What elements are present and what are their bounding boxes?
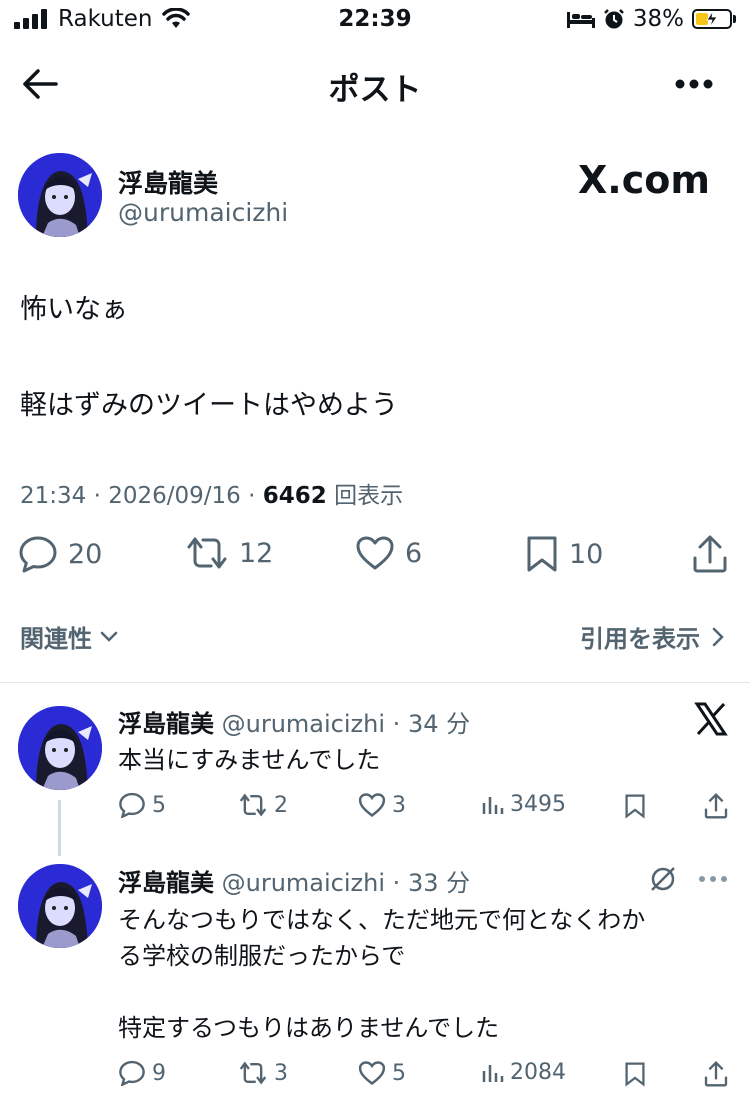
reply-header: 浮島龍美 @urumaicizhi · 33 分 [118,863,470,898]
reply-button[interactable]: 9 [118,1060,166,1086]
post-meta: 21:34 · 2026/09/16 · 6462 回表示 [20,476,403,510]
avatar-image-icon [18,864,102,948]
views-button[interactable]: 3495 [482,792,566,817]
avatar-image-icon [18,153,102,237]
reply-icon [119,792,145,818]
author-handle[interactable]: @urumaicizhi [118,198,288,227]
repost-button[interactable]: 3 [238,1060,288,1086]
views-label: 回表示 [334,483,404,509]
view-count: 6462 [262,483,327,509]
avatar-image-icon [18,706,102,790]
heart-icon [356,536,394,570]
charging-icon [706,11,718,27]
battery-percent: 38% [632,6,684,32]
page-title: ポスト [328,72,422,108]
share-icon[interactable] [704,792,728,820]
analytics-icon [482,796,504,814]
more-icon[interactable] [698,875,728,883]
analytics-icon [482,1064,504,1082]
repost-count: 3 [274,1060,288,1086]
like-button[interactable]: 6 [355,535,422,571]
post-text-line1: 怖いなぁ [20,294,128,325]
post-text-line2: 軽はずみのツイートはやめよう [20,390,398,421]
post-time: 21:34 [20,483,87,509]
view-count: 3495 [510,792,566,817]
bookmark-count: 10 [569,538,604,570]
heart-icon [358,793,386,818]
bookmark-icon[interactable] [624,793,646,819]
view-quotes-link[interactable]: 引用を表示 [580,619,724,654]
reply-count: 5 [152,792,166,818]
reply-age: 33 分 [407,869,471,897]
post-date: 2026/09/16 [108,483,241,509]
like-count: 6 [405,537,423,569]
view-quotes-label: 引用を表示 [580,625,700,653]
avatar[interactable] [18,153,102,237]
relevance-label: 関連性 [20,625,92,653]
reply-count: 9 [152,1060,166,1086]
relevance-dropdown[interactable]: 関連性 [20,619,118,654]
avatar[interactable] [18,864,102,948]
like-button[interactable]: 5 [358,1060,406,1086]
alarm-icon [603,9,624,29]
meta-separator: · [248,483,263,509]
divider [0,682,750,683]
view-count: 2084 [510,1060,566,1085]
reply-author-handle[interactable]: @urumaicizhi [222,710,385,738]
thread-line [58,800,61,856]
status-bar: Rakuten 22:39 38% [0,0,750,44]
share-icon[interactable] [704,1060,728,1088]
reply-text-line1: そんなつもりではなく、ただ地元で何となくわか [118,906,646,934]
bookmark-icon [527,536,557,572]
avatar[interactable] [18,706,102,790]
like-count: 3 [392,792,406,818]
reply-author-name[interactable]: 浮島龍美 [118,869,214,897]
reply-text-line3: 特定するつもりはありませんでした [118,1014,500,1042]
x-com-watermark: X.com [578,158,710,202]
repost-icon [187,537,227,569]
reply-author-name[interactable]: 浮島龍美 [118,710,214,738]
share-icon[interactable] [692,534,728,574]
author-name[interactable]: 浮島龍美 [118,164,218,200]
heart-icon [358,1061,386,1086]
repost-icon [239,1061,267,1085]
reply-header: 浮島龍美 @urumaicizhi · 34 分 [118,704,470,739]
views-button[interactable]: 2084 [482,1060,566,1085]
reply-text-line2: る学校の制服だったからで [118,942,406,970]
reply-button[interactable]: 20 [18,535,102,573]
chevron-down-icon [100,631,118,642]
repost-button[interactable]: 2 [238,792,288,818]
chevron-right-icon [712,627,724,646]
grok-icon[interactable] [648,864,678,894]
reply-button[interactable]: 5 [118,792,166,818]
battery-icon [692,9,732,29]
like-count: 5 [392,1060,406,1086]
bookmark-button[interactable]: 10 [525,535,603,573]
reply-count: 20 [68,538,103,570]
reply-age: 34 分 [407,710,471,738]
reply-text: 本当にすみませんでした [118,746,381,774]
reply-icon [19,536,57,573]
reply-icon [119,1060,145,1086]
repost-count: 12 [239,537,274,569]
meta-separator: · [93,483,109,509]
meta-separator: · [392,869,401,897]
repost-button[interactable]: 12 [185,535,273,571]
repost-icon [239,793,267,817]
reply-author-handle[interactable]: @urumaicizhi [222,869,385,897]
more-icon[interactable] [674,78,714,90]
meta-separator: · [392,710,401,738]
bookmark-icon[interactable] [624,1061,646,1087]
like-button[interactable]: 3 [358,792,406,818]
repost-count: 2 [274,792,288,818]
x-logo-icon [694,702,728,736]
bed-icon [566,12,595,28]
